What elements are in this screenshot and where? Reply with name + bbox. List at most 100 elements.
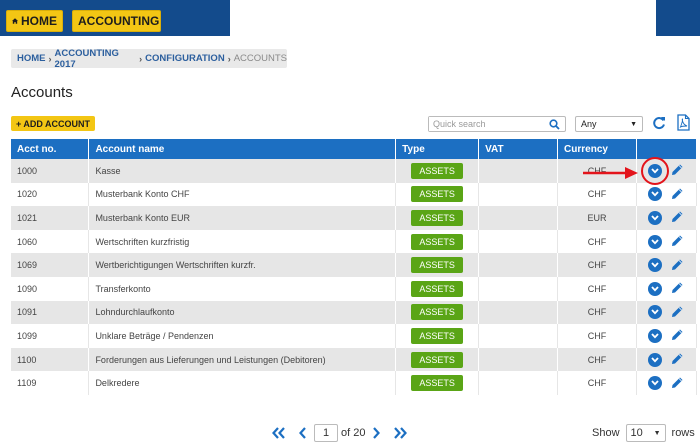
type-badge: ASSETS — [411, 327, 464, 344]
pencil-icon[interactable] — [671, 305, 684, 320]
table-row[interactable]: 1100 Forderungen aus Lieferungen und Leis… — [11, 347, 698, 372]
expand-chevron-icon[interactable] — [648, 234, 663, 249]
expand-chevron-icon[interactable] — [648, 352, 663, 367]
page-number-input[interactable]: 1 — [314, 424, 338, 442]
expand-chevron-icon[interactable] — [648, 376, 663, 391]
type-badge: ASSETS — [411, 257, 464, 274]
page-title: Accounts — [11, 84, 73, 101]
cell-vat — [478, 182, 559, 207]
cell-type: ASSETS — [395, 253, 480, 277]
cell-type: ASSETS — [395, 324, 480, 348]
table-row[interactable]: 1099 Unklare Beträge / Pendenzen ASSETS CHF — [11, 324, 698, 348]
table-row[interactable]: 1069 Wertberichtigungen Wertschriften kur… — [11, 253, 698, 277]
cell-vat — [478, 206, 559, 230]
top-navigation-bar: HOME ACCOUNTING — [0, 0, 700, 38]
cell-currency: CHF — [557, 324, 637, 348]
home-label: HOME — [21, 14, 57, 28]
refresh-icon[interactable] — [652, 115, 666, 136]
cell-actions — [636, 229, 698, 254]
cell-actions — [636, 206, 698, 230]
prev-page-icon[interactable] — [298, 427, 308, 439]
cell-account-name: Wertberichtigungen Wertschriften kurzfr. — [88, 253, 397, 277]
cell-type: ASSETS — [395, 347, 480, 372]
last-page-icon[interactable] — [393, 427, 408, 439]
pencil-icon[interactable] — [671, 376, 684, 391]
pdf-icon[interactable] — [677, 114, 690, 136]
cell-actions — [636, 253, 698, 277]
cell-currency: CHF — [557, 371, 637, 395]
cell-acct-no: 1020 — [11, 182, 90, 207]
cell-vat — [478, 253, 559, 277]
cell-vat — [478, 159, 559, 183]
table-row[interactable]: 1091 Lohndurchlaufkonto ASSETS CHF — [11, 300, 698, 325]
accounting-menu-button[interactable]: ACCOUNTING — [72, 10, 161, 32]
table-row[interactable]: 1020 Musterbank Konto CHF ASSETS CHF — [11, 182, 698, 207]
column-header-type[interactable]: Type — [395, 139, 480, 159]
type-badge: ASSETS — [411, 186, 464, 203]
breadcrumb: HOME › ACCOUNTING 2017 › CONFIGURATION ›… — [11, 48, 287, 70]
search-icon[interactable] — [547, 118, 561, 130]
search-input[interactable] — [429, 117, 547, 131]
type-badge: ASSETS — [411, 351, 464, 368]
cell-actions — [636, 182, 698, 207]
cell-acct-no: 1109 — [11, 371, 90, 395]
home-button[interactable]: HOME — [6, 10, 63, 32]
cell-vat — [478, 347, 559, 372]
breadcrumb-accounting[interactable]: ACCOUNTING 2017 — [55, 48, 137, 70]
column-header-currency[interactable]: Currency — [557, 139, 637, 159]
type-filter-select[interactable]: Any ▼ — [575, 116, 643, 132]
pencil-icon[interactable] — [671, 163, 684, 178]
column-header-acct-no[interactable]: Acct no. — [11, 139, 90, 159]
cell-account-name: Forderungen aus Lieferungen und Leistung… — [88, 347, 397, 372]
rows-value: 10 — [630, 427, 643, 439]
breadcrumb-home[interactable]: HOME — [17, 53, 46, 64]
cell-currency: CHF — [557, 253, 637, 277]
expand-chevron-icon[interactable] — [648, 258, 663, 273]
expand-chevron-icon[interactable] — [648, 210, 663, 225]
column-header-account-name[interactable]: Account name — [88, 139, 397, 159]
cell-acct-no: 1060 — [11, 229, 90, 254]
rows-per-page-select[interactable]: 10 ▼ — [625, 424, 666, 442]
next-page-icon[interactable] — [371, 427, 381, 439]
page-count-label: of 20 — [341, 427, 366, 439]
caret-down-icon: ▼ — [653, 429, 661, 437]
show-label: Show — [592, 427, 620, 439]
table-row[interactable]: 1021 Musterbank Konto EUR ASSETS EUR — [11, 206, 698, 230]
annotation-arrow — [583, 166, 639, 185]
cell-account-name: Delkredere — [88, 371, 397, 395]
table-row[interactable]: 1090 Transferkonto ASSETS CHF — [11, 276, 698, 301]
table-row[interactable]: 1060 Wertschriften kurzfristig ASSETS CHF — [11, 229, 698, 254]
pencil-icon[interactable] — [671, 187, 684, 202]
cell-currency: CHF — [557, 300, 637, 325]
type-badge: ASSETS — [411, 209, 464, 226]
cell-acct-no: 1000 — [11, 159, 90, 183]
cell-account-name: Wertschriften kurzfristig — [88, 229, 397, 254]
cell-currency: EUR — [557, 206, 637, 230]
expand-chevron-icon[interactable] — [648, 187, 663, 202]
add-account-button[interactable]: + ADD ACCOUNT — [11, 116, 95, 131]
cell-acct-no: 1090 — [11, 276, 90, 301]
breadcrumb-separator: › — [227, 53, 231, 64]
type-badge: ASSETS — [411, 162, 464, 179]
expand-chevron-icon[interactable] — [648, 328, 663, 343]
cell-type: ASSETS — [395, 159, 480, 183]
expand-chevron-icon[interactable] — [648, 305, 663, 320]
pencil-icon[interactable] — [671, 234, 684, 249]
column-header-vat[interactable]: VAT — [478, 139, 559, 159]
first-page-icon[interactable] — [272, 427, 286, 439]
pencil-icon[interactable] — [671, 281, 684, 296]
pencil-icon[interactable] — [671, 210, 684, 225]
cell-acct-no: 1021 — [11, 206, 90, 230]
table-header-row: Acct no. Account name Type VAT Currency — [11, 139, 698, 159]
breadcrumb-configuration[interactable]: CONFIGURATION — [145, 53, 225, 64]
pencil-icon[interactable] — [671, 258, 684, 273]
pencil-icon[interactable] — [671, 352, 684, 367]
cell-actions — [636, 324, 698, 348]
caret-down-icon: ▼ — [630, 120, 637, 128]
pencil-icon[interactable] — [671, 328, 684, 343]
cell-vat — [478, 371, 559, 395]
table-row[interactable]: 1109 Delkredere ASSETS CHF — [11, 371, 698, 395]
expand-chevron-icon[interactable] — [648, 281, 663, 296]
cell-actions — [636, 371, 698, 395]
cell-currency: CHF — [557, 182, 637, 207]
